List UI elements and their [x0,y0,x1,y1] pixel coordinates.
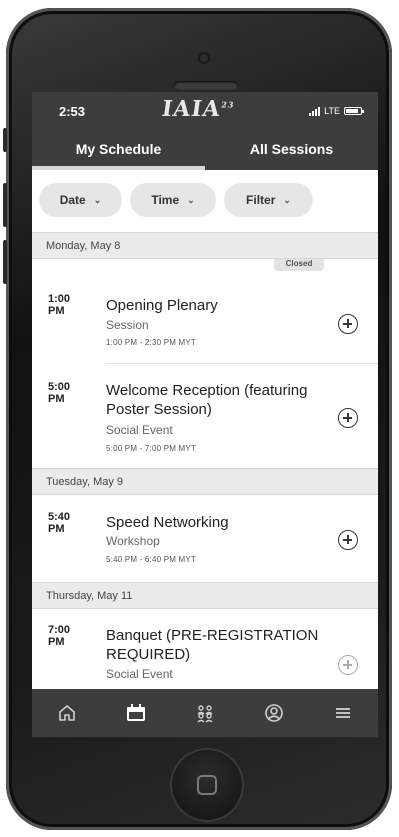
add-session-icon[interactable] [338,655,358,675]
tab-bar: My Schedule All Sessions [32,132,378,170]
filter-label: Filter [246,193,276,207]
nav-profile[interactable] [259,698,289,728]
volume-up-button [3,183,7,227]
menu-icon [336,708,351,718]
session-row[interactable]: 7:00 PM Banquet (PRE-REGISTRATION REQUIR… [32,609,378,689]
filter-bar: Date ⌄ Time ⌄ Filter ⌄ [32,170,378,232]
session-type: Social Event [106,667,173,681]
day-header-thursday: Thursday, May 11 [32,582,378,609]
add-session-icon[interactable] [338,314,358,334]
nav-schedule[interactable] [121,698,151,728]
status-bar: 2:53 IAIA23 LTE [32,92,378,132]
day-header-monday: Monday, May 8 [32,232,378,259]
session-time-range: 5:40 PM - 6:40 PM MYT [106,555,197,564]
date-filter-label: Date [59,193,86,207]
home-square-icon [197,775,217,795]
tab-all-sessions[interactable]: All Sessions [205,132,378,170]
volume-down-button [3,240,7,284]
session-time: 5:40 PM [48,511,71,535]
battery-icon [344,107,364,115]
brand-logo: IAIA23 [160,96,236,122]
chevron-down-icon: ⌄ [93,194,102,205]
tab-my-schedule[interactable]: My Schedule [32,132,205,170]
filter-button[interactable]: Filter ⌄ [224,183,313,217]
closed-badge: Closed [274,259,324,271]
chevron-down-icon: ⌄ [187,194,195,205]
nav-menu[interactable] [328,698,358,728]
bottom-nav [32,689,378,737]
session-title: Banquet (PRE-REGISTRATION REQUIRED) [106,627,319,663]
session-time: 1:00 PM [48,293,71,317]
session-type: Session [106,318,149,332]
calendar-icon [126,704,145,721]
session-row[interactable]: 5:00 PM Welcome Reception (featuring Pos… [32,364,378,468]
status-time: 2:53 [59,104,86,119]
nav-attendees[interactable] [190,698,220,728]
session-type: Social Event [106,423,173,437]
session-title: Welcome Reception (featuring Poster Sess… [106,382,308,418]
session-time: 7:00 PM [48,624,71,648]
home-button[interactable] [170,748,244,822]
nav-home[interactable] [52,698,82,728]
session-row[interactable]: 5:40 PM Speed Networking Workshop 5:40 P… [32,495,378,582]
session-type: Workshop [106,534,160,548]
app-screen: 2:53 IAIA23 LTE My Schedule All Sessions… [32,92,378,737]
date-filter-button[interactable]: Date ⌄ [39,183,122,217]
chevron-down-icon: ⌄ [283,194,291,205]
session-time-range: 1:00 PM - 2:30 PM MYT [106,338,197,347]
time-filter-label: Time [151,193,180,207]
network-label: LTE [324,106,340,116]
session-title: Opening Plenary [106,297,218,314]
profile-icon [265,704,283,722]
add-session-icon[interactable] [338,530,358,550]
session-row[interactable]: 1:00 PM Opening Plenary Session 1:00 PM … [32,277,378,364]
session-time-range: 5:00 PM - 7:00 PM MYT [106,444,197,453]
silent-switch [3,128,7,152]
session-title: Speed Networking [106,514,229,531]
time-filter-button[interactable]: Time ⌄ [130,183,216,217]
people-icon [197,705,213,723]
front-camera [198,52,210,64]
home-icon [58,705,75,721]
status-indicators: LTE [309,106,364,116]
day-header-tuesday: Tuesday, May 9 [32,468,378,495]
logo-superscript: 23 [220,99,236,110]
earpiece-speaker [174,81,238,90]
session-time: 5:00 PM [48,381,71,405]
logo-text: IAIA [160,96,223,122]
signal-icon [309,106,321,116]
add-session-icon[interactable] [338,408,358,428]
